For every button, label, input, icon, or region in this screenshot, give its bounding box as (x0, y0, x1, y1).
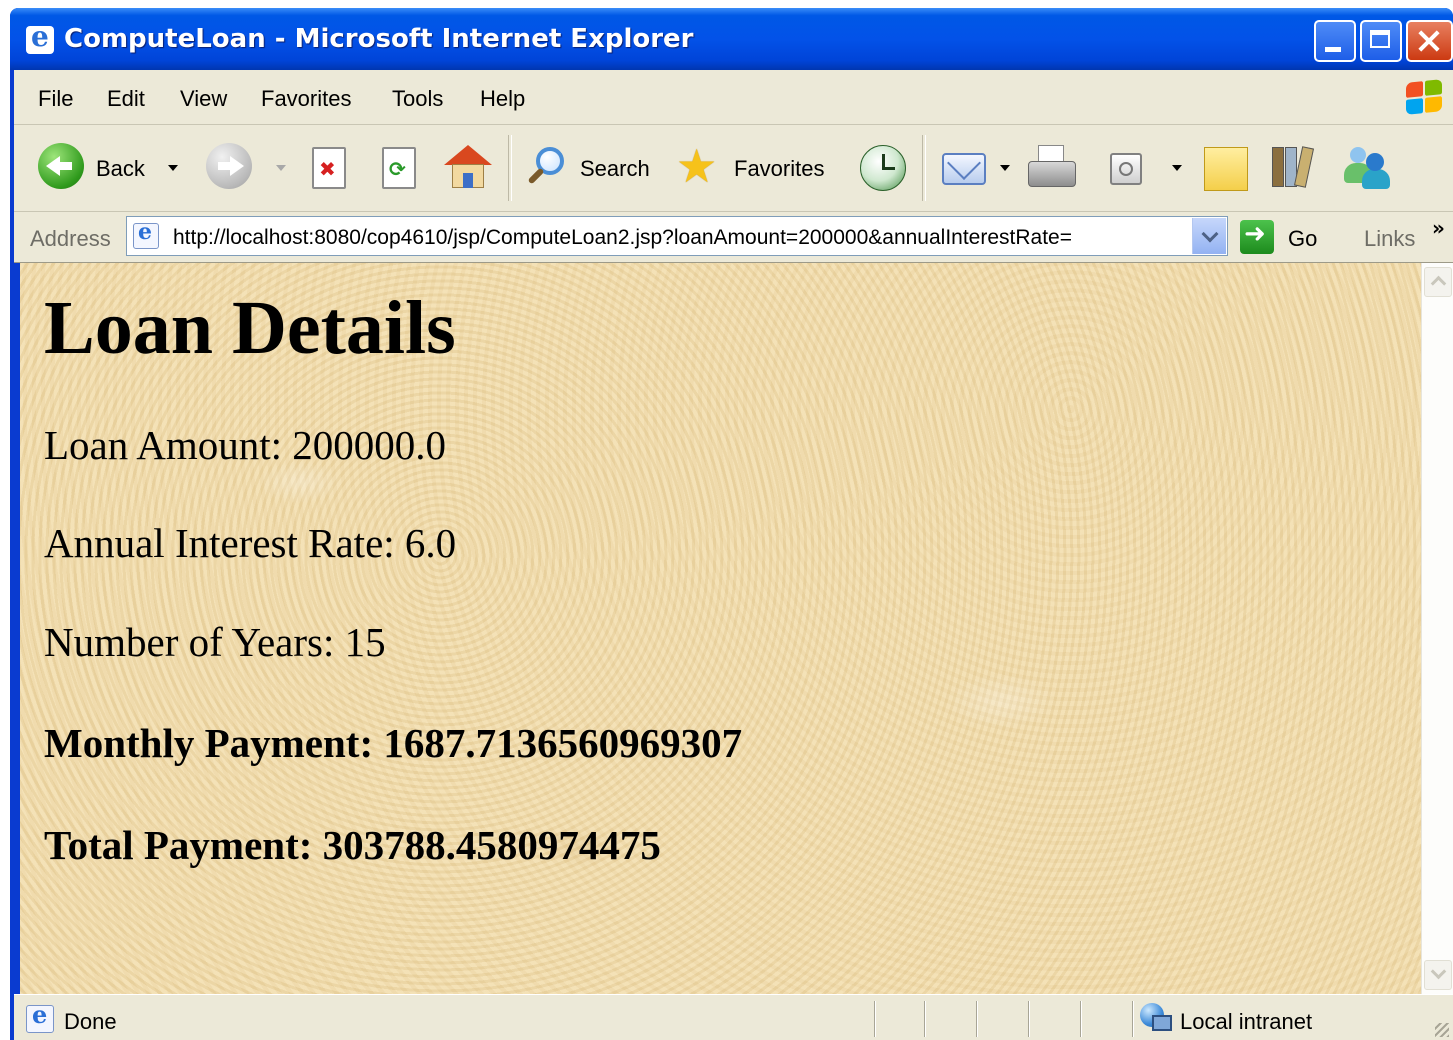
window-title: ComputeLoan - Microsoft Internet Explore… (64, 24, 694, 54)
forward-dropdown-icon[interactable] (276, 165, 286, 171)
research-button[interactable] (1270, 143, 1315, 189)
links-overflow-button[interactable]: » (1432, 216, 1445, 240)
menu-file[interactable]: File (38, 86, 73, 112)
menu-edit[interactable]: Edit (107, 86, 145, 112)
annual-interest-rate-text: Annual Interest Rate: 6.0 (44, 520, 457, 566)
links-button[interactable]: Links (1364, 226, 1415, 252)
resize-grip[interactable] (1435, 1023, 1449, 1037)
toolbar-separator (508, 135, 512, 201)
browser-window: ComputeLoan - Microsoft Internet Explore… (10, 8, 1453, 1040)
star-icon: ★ (676, 139, 718, 193)
minimize-button[interactable] (1314, 20, 1356, 62)
back-label: Back (96, 156, 145, 181)
status-pane-divider (976, 1001, 978, 1037)
go-button[interactable]: Go (1240, 218, 1340, 256)
loan-amount-text: Loan Amount: 200000.0 (44, 422, 447, 468)
forward-arrow-icon (206, 143, 252, 189)
refresh-icon: ⟳ (389, 157, 406, 181)
back-arrow-icon (38, 143, 84, 189)
address-input[interactable]: http://localhost:8080/cop4610/jsp/Comput… (126, 216, 1228, 256)
home-button[interactable] (444, 145, 492, 189)
forward-button[interactable] (206, 143, 296, 193)
monthly-payment-text: Monthly Payment: 1687.7136560969307 (44, 720, 743, 766)
maximize-button[interactable] (1360, 20, 1402, 62)
local-intranet-icon (1140, 1003, 1172, 1035)
search-button[interactable]: Search (524, 143, 666, 193)
favorites-button[interactable]: ★ Favorites (676, 143, 846, 193)
standard-toolbar: Back ✖ ⟳ Search ★ Favorites (14, 125, 1453, 212)
go-arrow-icon (1240, 219, 1274, 254)
menu-tools[interactable]: Tools (392, 86, 443, 112)
favorites-label: Favorites (734, 156, 825, 181)
page-status-icon (26, 1000, 54, 1033)
page-heading: Loan Details (44, 286, 456, 370)
edit-icon (1110, 153, 1142, 185)
status-pane-divider (1132, 1001, 1134, 1037)
scroll-up-button[interactable] (1424, 267, 1452, 297)
edit-dropdown-icon[interactable] (1172, 165, 1182, 171)
messenger-button[interactable] (1342, 143, 1390, 189)
history-button[interactable] (860, 145, 906, 191)
title-bar[interactable]: ComputeLoan - Microsoft Internet Explore… (10, 8, 1453, 70)
address-label: Address (30, 226, 111, 251)
status-pane-divider (1080, 1001, 1082, 1037)
status-bar: Done Local intranet (14, 994, 1453, 1040)
print-button[interactable] (1026, 145, 1076, 191)
address-dropdown-button[interactable] (1192, 218, 1226, 254)
number-of-years-text: Number of Years: 15 (44, 619, 386, 665)
toolbar-separator (922, 135, 926, 201)
stop-icon: ✖ (319, 157, 336, 181)
back-dropdown-icon[interactable] (168, 165, 178, 171)
go-label: Go (1288, 226, 1318, 251)
total-payment-text: Total Payment: 303788.4580974475 (44, 822, 661, 868)
discuss-button[interactable] (1204, 147, 1248, 191)
edit-button[interactable] (1104, 143, 1194, 193)
ie-icon (26, 20, 54, 54)
status-text: Done (64, 1009, 117, 1034)
security-zone-text: Local intranet (1180, 1009, 1313, 1034)
close-button[interactable] (1406, 20, 1453, 62)
search-icon (524, 145, 570, 191)
stop-button[interactable]: ✖ (312, 147, 346, 189)
mail-dropdown-icon[interactable] (1000, 165, 1010, 171)
mail-button[interactable] (942, 143, 1018, 193)
scroll-down-button[interactable] (1424, 960, 1452, 990)
address-bar: Address http://localhost:8080/cop4610/js… (14, 212, 1453, 263)
page-content: Loan Details Loan Amount: 200000.0 Annua… (20, 263, 1421, 994)
vertical-scrollbar[interactable] (1421, 263, 1453, 994)
back-button[interactable]: Back (38, 143, 198, 193)
status-pane-divider (874, 1001, 876, 1037)
menu-bar: File Edit View Favorites Tools Help (14, 70, 1453, 125)
menu-view[interactable]: View (180, 86, 227, 112)
mail-icon (942, 153, 986, 185)
status-pane-divider (1028, 1001, 1030, 1037)
menu-help[interactable]: Help (480, 86, 525, 112)
address-url[interactable]: http://localhost:8080/cop4610/jsp/Comput… (173, 226, 1187, 250)
menu-favorites[interactable]: Favorites (261, 86, 351, 112)
page-icon (133, 219, 159, 249)
search-label: Search (580, 156, 650, 181)
status-pane-divider (924, 1001, 926, 1037)
windows-logo-icon (1404, 79, 1444, 116)
refresh-button[interactable]: ⟳ (382, 147, 416, 189)
